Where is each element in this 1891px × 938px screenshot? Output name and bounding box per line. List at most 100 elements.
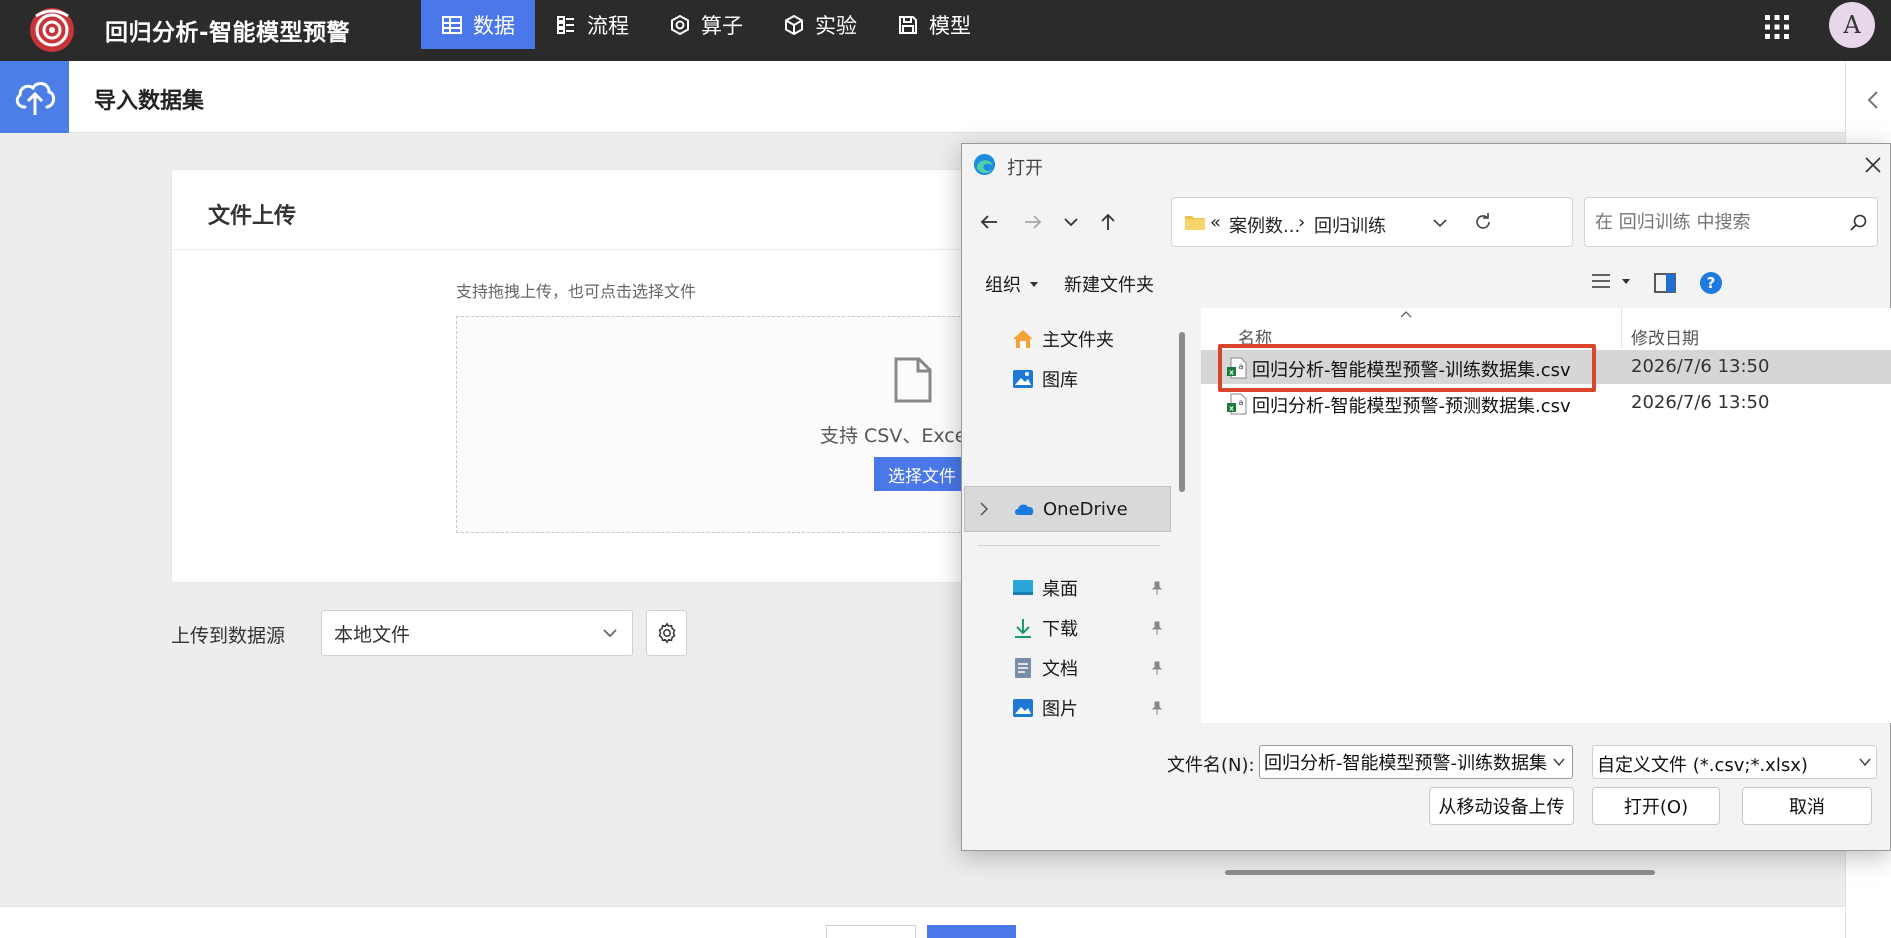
page-footer <box>0 906 1845 938</box>
upload-from-mobile-button[interactable]: 从移动设备上传 <box>1429 787 1574 825</box>
cancel-button[interactable]: 取消 <box>1742 787 1872 825</box>
organize-label: 组织 <box>985 275 1021 296</box>
footer-primary-button[interactable] <box>927 925 1016 938</box>
up-button[interactable] <box>1093 207 1123 237</box>
app-title: 回归分析-智能模型预警 <box>105 20 351 46</box>
gallery-icon <box>1013 370 1033 388</box>
file-modified-date: 2026/7/6 13:50 <box>1631 392 1770 413</box>
open-button[interactable]: 打开(O) <box>1592 787 1720 825</box>
chevron-right-icon[interactable] <box>979 502 989 516</box>
nav-tab-label: 实验 <box>815 13 857 38</box>
file-type-select[interactable]: 自定义文件 (*.csv;*.xlsx) <box>1592 745 1877 779</box>
page-header: 导入数据集 <box>0 61 1845 133</box>
source-settings-button[interactable] <box>646 610 687 656</box>
pin-icon[interactable] <box>1150 661 1164 675</box>
upload-source-select[interactable]: 本地文件 <box>321 610 633 656</box>
chevron-down-icon[interactable] <box>1432 215 1448 231</box>
close-icon[interactable] <box>1864 156 1882 174</box>
nav-item-label: 图片 <box>1042 699 1078 720</box>
arrow-right-icon <box>1025 215 1042 229</box>
upload-source-label: 上传到数据源 <box>171 625 286 647</box>
download-icon <box>1015 619 1031 638</box>
support-formats-text: 支持 CSV、Exce <box>820 425 967 447</box>
column-header-modified[interactable]: 修改日期 <box>1631 324 1699 349</box>
arrow-up-icon <box>1101 213 1115 230</box>
main-nav: 数据 流程 算子 实验 模型 <box>421 0 991 61</box>
preview-pane-icon[interactable] <box>1654 273 1676 293</box>
choose-file-button[interactable]: 选择文件 <box>874 457 970 491</box>
refresh-icon[interactable] <box>1473 212 1493 232</box>
forward-button[interactable] <box>1018 207 1048 237</box>
nav-tab-model[interactable]: 模型 <box>877 0 991 49</box>
filename-input[interactable] <box>1259 745 1573 779</box>
new-folder-button[interactable]: 新建文件夹 <box>1064 271 1154 297</box>
caret-down-icon <box>1622 279 1630 284</box>
path-prefix: « <box>1210 212 1222 233</box>
pin-icon[interactable] <box>1150 701 1164 715</box>
chevron-left-icon[interactable] <box>1866 90 1880 110</box>
nav-item-gallery[interactable]: 图库 <box>964 356 1171 402</box>
cloud-upload-icon <box>15 82 55 115</box>
file-name: 回归分析-智能模型预警-预测数据集.csv <box>1252 396 1571 417</box>
address-bar[interactable]: « 案例数... › 回归训练 <box>1171 197 1573 247</box>
pin-icon[interactable] <box>1150 621 1164 635</box>
page-title: 导入数据集 <box>94 89 205 114</box>
cloud-icon <box>1015 504 1034 515</box>
new-folder-label: 新建文件夹 <box>1064 275 1154 296</box>
svg-text:?: ? <box>1707 274 1716 292</box>
path-separator[interactable]: › <box>1298 212 1305 233</box>
user-avatar[interactable]: A <box>1829 2 1875 48</box>
nav-tab-operator[interactable]: 算子 <box>649 0 763 49</box>
nav-item-label: 文档 <box>1042 659 1078 680</box>
file-list-horizontal-scrollbar[interactable] <box>1225 870 1655 875</box>
grid-icon <box>442 15 462 34</box>
top-nav-bar: 回归分析-智能模型预警 数据 流程 算子 实验 模型 A <box>0 0 1891 61</box>
nav-item-label: 下载 <box>1042 619 1078 640</box>
csv-file-icon: xa <box>1227 393 1247 415</box>
gear-icon <box>658 622 675 644</box>
nav-item-onedrive[interactable]: OneDrive <box>964 486 1171 532</box>
nav-item-pictures[interactable]: 图片 <box>964 685 1171 723</box>
recent-locations-button[interactable] <box>1056 207 1086 237</box>
picture-icon <box>1013 699 1033 717</box>
nav-tab-label: 算子 <box>701 13 743 38</box>
nav-item-music[interactable]: 音乐 <box>964 721 1171 723</box>
apps-grid-icon[interactable] <box>1764 14 1790 40</box>
chevron-down-icon[interactable] <box>1552 756 1566 768</box>
nav-tab-flow[interactable]: 流程 <box>535 0 649 49</box>
app-logo-icon[interactable] <box>26 4 78 56</box>
folder-icon <box>1185 216 1205 230</box>
footer-secondary-button[interactable] <box>826 925 916 938</box>
list-view-icon <box>1592 274 1610 288</box>
document-icon <box>1015 658 1031 678</box>
search-input[interactable] <box>1595 212 1835 233</box>
column-separator[interactable] <box>1621 308 1622 348</box>
filename-label: 文件名(N): <box>1167 755 1255 776</box>
nav-tab-experiment[interactable]: 实验 <box>763 0 877 49</box>
path-segment-current[interactable]: 回归训练 <box>1314 212 1386 238</box>
help-icon[interactable]: ? <box>1699 271 1723 295</box>
chevron-down-icon <box>603 629 617 638</box>
desktop-icon <box>1013 580 1033 595</box>
svg-text:x: x <box>1229 405 1234 413</box>
save-disk-icon <box>899 15 917 34</box>
back-button[interactable] <box>974 207 1004 237</box>
view-options-button[interactable] <box>1591 272 1631 290</box>
search-box[interactable] <box>1584 197 1878 247</box>
nav-pane-scrollbar[interactable] <box>1179 332 1185 492</box>
file-icon <box>894 357 932 403</box>
nav-tab-label: 数据 <box>473 13 515 38</box>
arrow-left-icon <box>980 215 997 229</box>
card-title: 文件上传 <box>208 204 297 229</box>
nav-tab-data[interactable]: 数据 <box>421 0 535 49</box>
pin-icon[interactable] <box>1150 581 1164 595</box>
chevron-down-icon <box>1064 218 1078 227</box>
chevron-down-icon[interactable] <box>1858 756 1872 768</box>
dialog-titlebar[interactable]: 打开 <box>962 144 1890 184</box>
hexagon-gear-icon <box>671 14 689 35</box>
svg-text:a: a <box>1239 398 1244 407</box>
cube-icon <box>785 14 803 35</box>
organize-menu-button[interactable]: 组织 <box>985 271 1039 297</box>
path-segment[interactable]: 案例数... <box>1229 212 1300 238</box>
upload-hint: 支持拖拽上传，也可点击选择文件 <box>456 282 697 301</box>
